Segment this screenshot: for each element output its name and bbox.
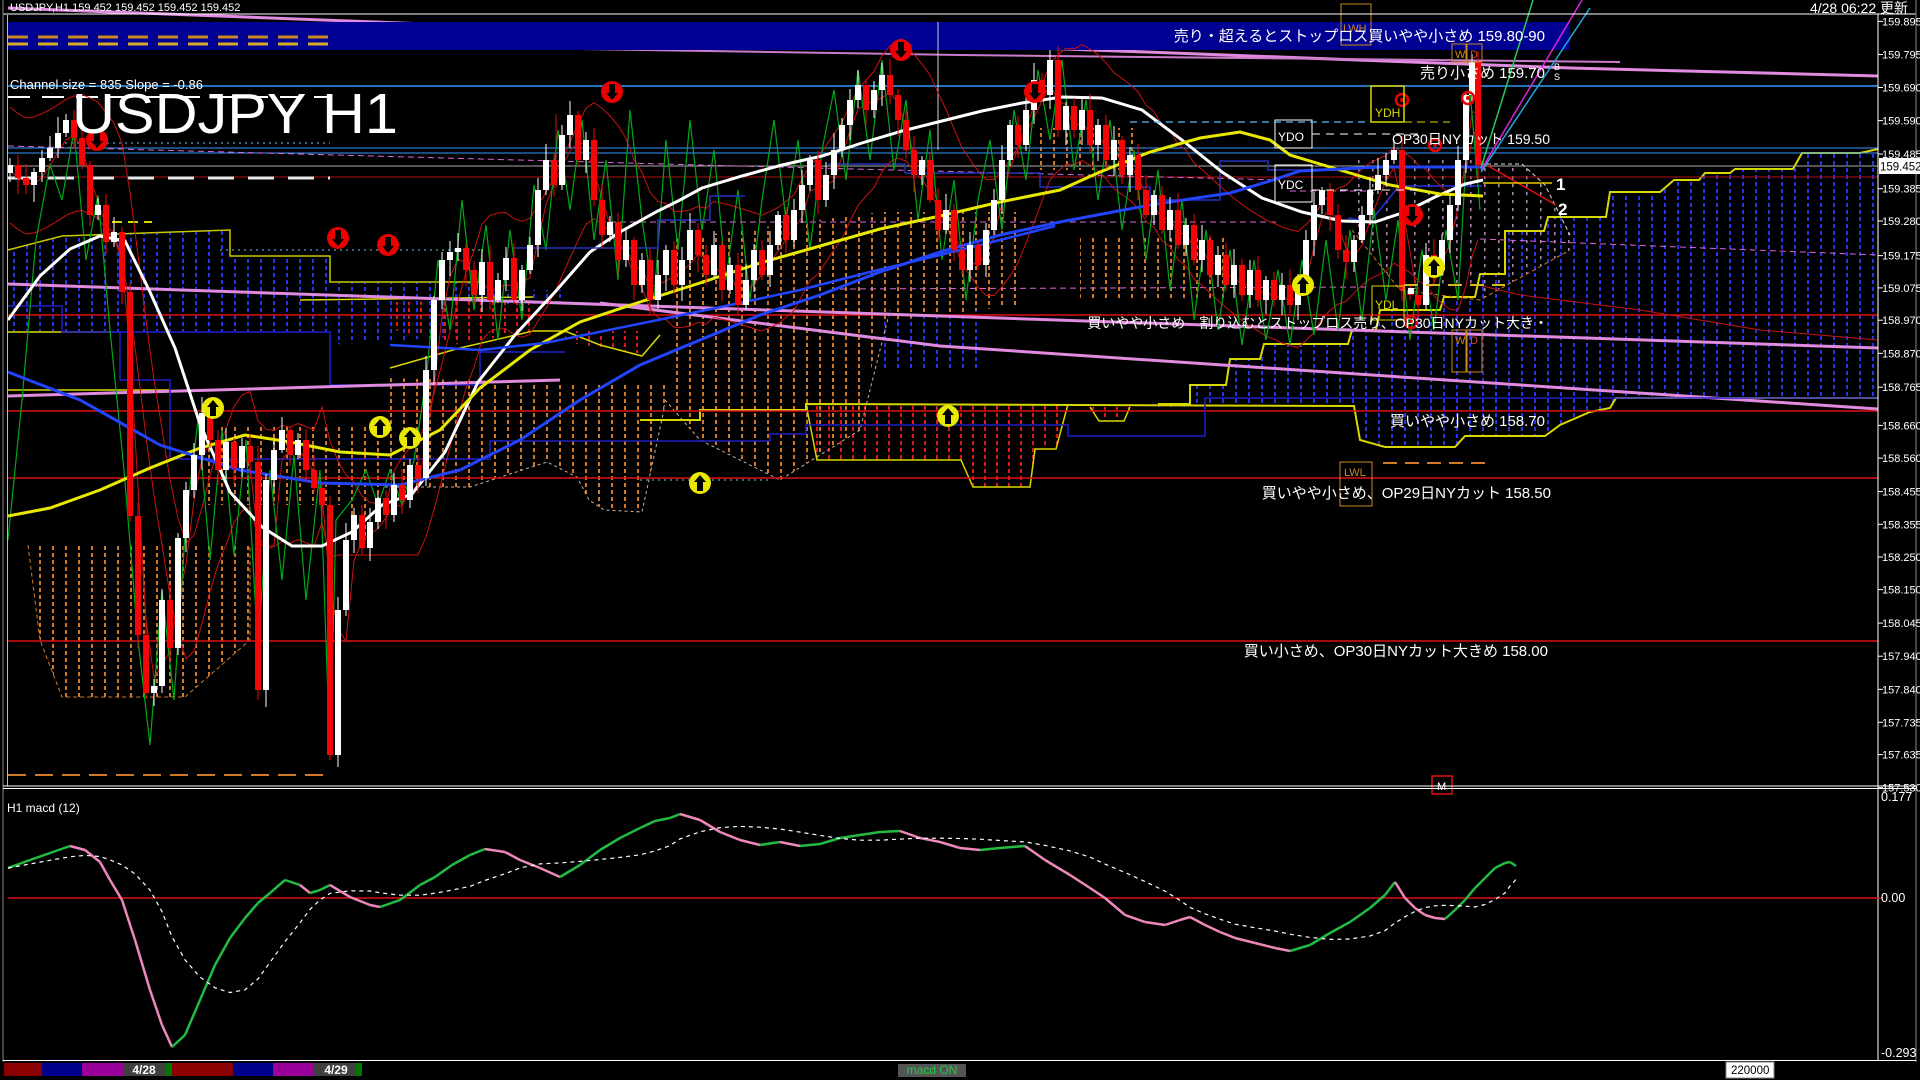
svg-text:159.075: 159.075	[1882, 283, 1920, 295]
svg-text:157.735: 157.735	[1882, 717, 1920, 729]
svg-text:YDH: YDH	[1375, 106, 1400, 120]
svg-text:M: M	[1437, 781, 1446, 793]
svg-text:4/29: 4/29	[324, 1063, 348, 1077]
svg-text:158.765: 158.765	[1882, 382, 1920, 394]
svg-text:W: W	[1455, 335, 1466, 347]
svg-text:159.590: 159.590	[1882, 116, 1920, 128]
svg-text:159.452: 159.452	[1880, 162, 1920, 174]
svg-text:B: B	[1554, 62, 1560, 72]
svg-text:158.250: 158.250	[1882, 552, 1920, 564]
svg-text:D: D	[1470, 49, 1478, 61]
svg-text:YDC: YDC	[1278, 178, 1304, 192]
svg-text:USDJPY,H1 159.452 159.452 159: USDJPY,H1 159.452 159.452 159.452 159.45…	[10, 2, 240, 14]
svg-text:USDJPY H1: USDJPY H1	[72, 82, 398, 146]
svg-text:2: 2	[1558, 200, 1567, 219]
svg-text:158.355: 158.355	[1882, 519, 1920, 531]
svg-text:159.385: 159.385	[1882, 184, 1920, 196]
svg-text:158.970: 158.970	[1882, 315, 1920, 327]
svg-text:157.840: 157.840	[1882, 684, 1920, 696]
svg-text:1: 1	[1556, 175, 1565, 194]
svg-text:買い小さめ、OP30日NYカット大きめ 158.00: 買い小さめ、OP30日NYカット大きめ 158.00	[1244, 643, 1548, 660]
svg-text:OP30日NYカット 159.50: OP30日NYカット 159.50	[1392, 131, 1550, 147]
svg-text:159.795: 159.795	[1882, 50, 1920, 62]
svg-text:YDL: YDL	[1375, 298, 1399, 312]
svg-text:159.690: 159.690	[1882, 83, 1920, 95]
svg-text:S: S	[1554, 72, 1560, 82]
svg-text:macd ON: macd ON	[907, 1063, 958, 1077]
svg-text:買いやや小さめ 158.70: 買いやや小さめ 158.70	[1390, 413, 1545, 430]
svg-text:LWL: LWL	[1344, 467, 1366, 479]
svg-text:売り・超えるとストップロス買いやや小さめ 159.80-90: 売り・超えるとストップロス買いやや小さめ 159.80-90	[1174, 28, 1545, 45]
svg-text:158.150: 158.150	[1882, 585, 1920, 597]
svg-text:W: W	[1455, 49, 1466, 61]
svg-text:YDO: YDO	[1278, 130, 1304, 144]
svg-text:159.895: 159.895	[1882, 16, 1920, 28]
svg-text:158.560: 158.560	[1882, 453, 1920, 465]
svg-text:158.045: 158.045	[1882, 618, 1920, 630]
svg-text:買いやや小さめ 割り込むとストップロス売り、OP30日NYカ: 買いやや小さめ 割り込むとストップロス売り、OP30日NYカット大き・	[1087, 315, 1548, 331]
svg-text:159.280: 159.280	[1882, 216, 1920, 228]
svg-text:158.660: 158.660	[1882, 420, 1920, 432]
svg-text:-0.293: -0.293	[1881, 1046, 1916, 1060]
svg-text:売り小さめ 159.70: 売り小さめ 159.70	[1420, 65, 1545, 82]
svg-text:158.870: 158.870	[1882, 348, 1920, 360]
svg-text:158.455: 158.455	[1882, 487, 1920, 499]
svg-text:220000: 220000	[1731, 1065, 1769, 1077]
svg-text:H1 macd (12): H1 macd (12)	[7, 801, 80, 815]
svg-text:D: D	[1470, 335, 1478, 347]
svg-text:159.175: 159.175	[1882, 251, 1920, 263]
svg-text:157.635: 157.635	[1882, 750, 1920, 762]
svg-text:0.00: 0.00	[1881, 891, 1905, 905]
svg-text:0.177: 0.177	[1881, 790, 1912, 804]
svg-text:買いやや小さめ、OP29日NYカット 158.50: 買いやや小さめ、OP29日NYカット 158.50	[1262, 485, 1551, 502]
svg-text:157.940: 157.940	[1882, 651, 1920, 663]
svg-text:4/28: 4/28	[132, 1063, 156, 1077]
